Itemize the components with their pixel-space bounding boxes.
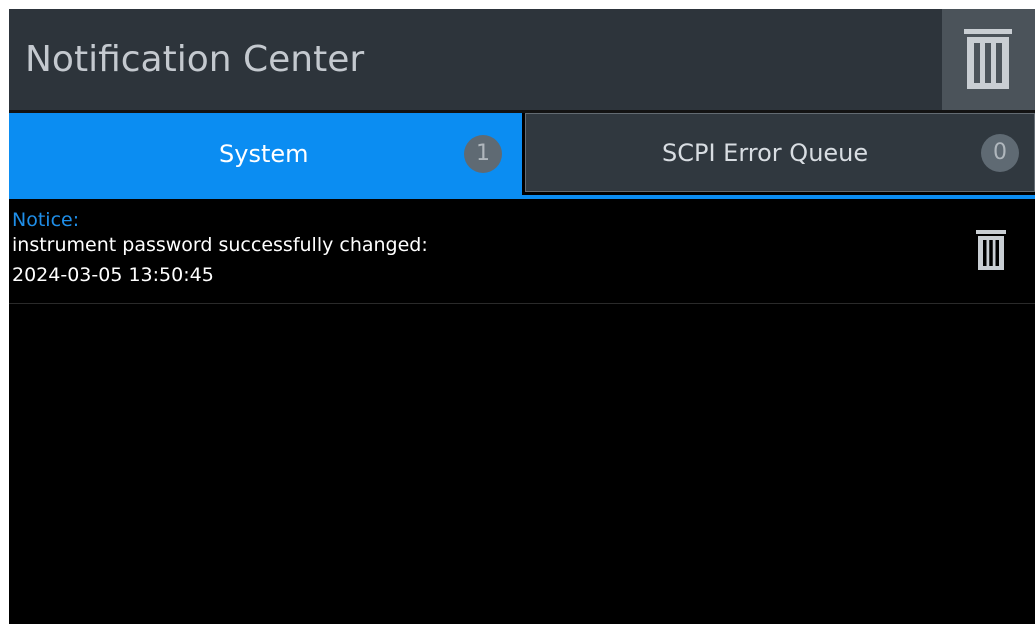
notification-center-window: Notification Center System 1 SCPI Error …: [9, 9, 1035, 624]
tab-system[interactable]: System 1: [9, 113, 522, 195]
notification-message: instrument password successfully changed…: [12, 234, 428, 256]
count-badge: 0: [981, 134, 1019, 172]
count-badge: 1: [464, 135, 502, 173]
trash-icon: [976, 230, 1006, 270]
tab-label: System: [219, 140, 309, 168]
header-bar: Notification Center: [9, 9, 1035, 110]
clear-all-button[interactable]: [942, 9, 1035, 110]
notification-timestamp: 2024-03-05 13:50:45: [12, 264, 214, 286]
notification-type: Notice:: [12, 209, 80, 231]
delete-notification-button[interactable]: [970, 225, 1012, 275]
tab-label: SCPI Error Queue: [662, 139, 869, 167]
trash-icon: [964, 29, 1012, 89]
page-title: Notification Center: [25, 39, 365, 80]
list-item: Notice: instrument password successfully…: [9, 199, 1035, 304]
tab-scpi-error-queue[interactable]: SCPI Error Queue 0: [525, 113, 1035, 192]
